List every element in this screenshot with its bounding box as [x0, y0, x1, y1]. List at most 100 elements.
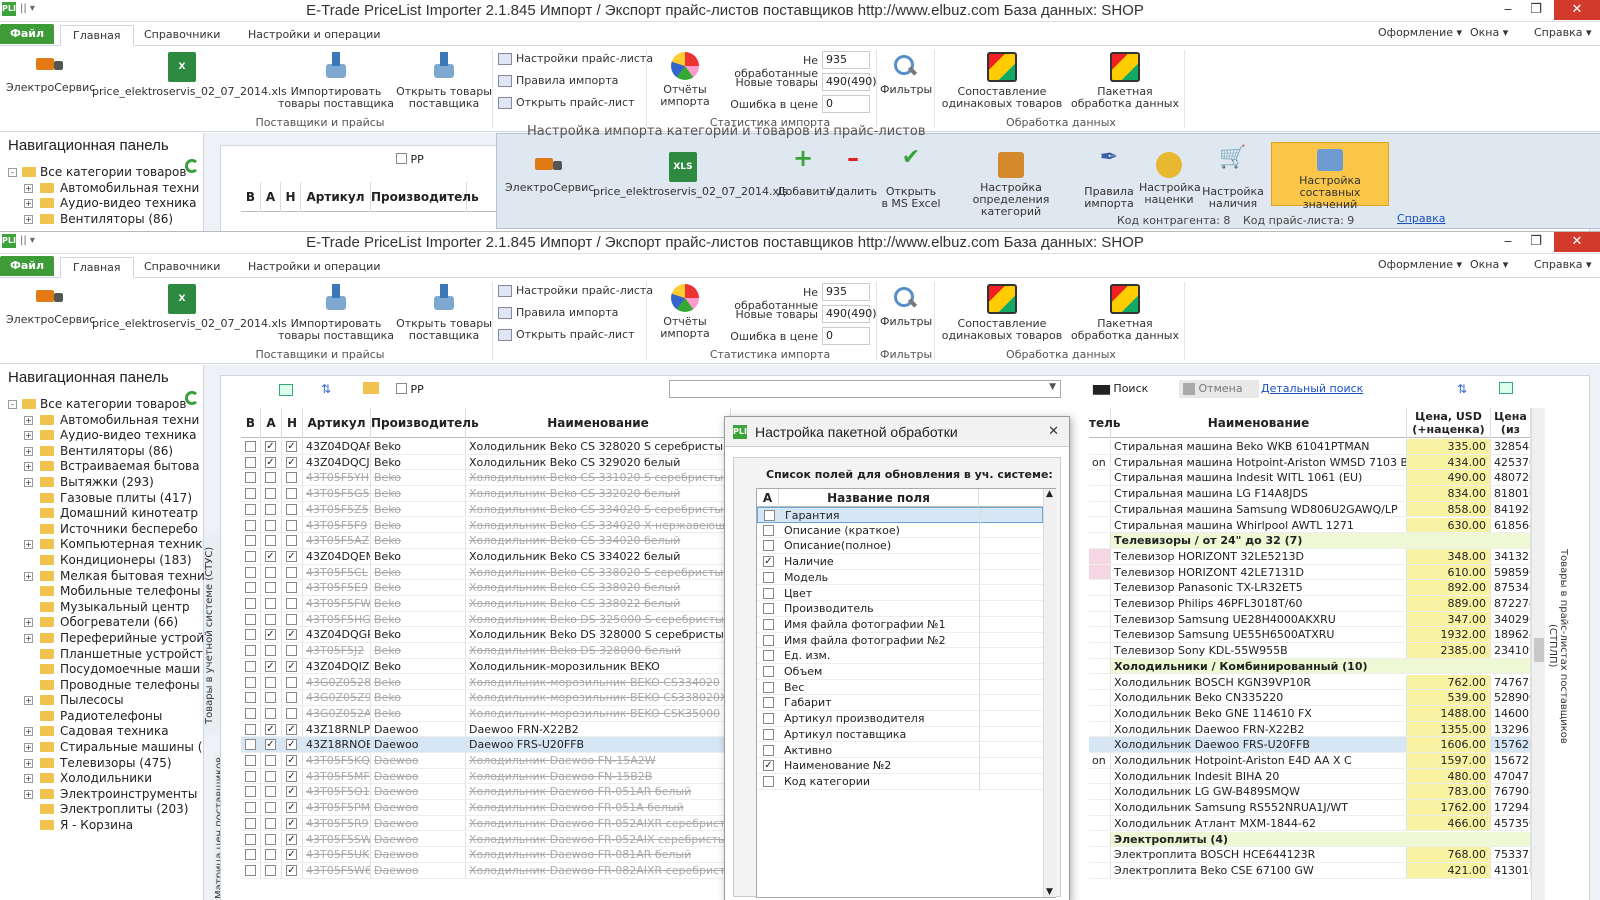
checkbox[interactable]: [245, 786, 256, 798]
col-name[interactable]: Наименование: [1111, 408, 1407, 438]
checkbox[interactable]: [265, 833, 276, 845]
checkbox[interactable]: ✓: [286, 441, 297, 452]
col-v[interactable]: В: [241, 408, 261, 438]
open-goods-button[interactable]: Открыть товары поставщика: [396, 52, 492, 110]
field-checkbox[interactable]: ✓: [763, 556, 774, 568]
right-grid-scrollbar[interactable]: [1531, 408, 1545, 900]
checkbox[interactable]: [265, 472, 276, 484]
tree-node[interactable]: Домашний кинотеатр: [8, 506, 204, 522]
expand-icon[interactable]: +: [24, 540, 33, 550]
table-row[interactable]: Телевизор HORIZONT 42LE7131D610.00598596: [1089, 564, 1531, 581]
table-row[interactable]: Телевизор Philips 46PFL3018T/60 889.00 872…: [1089, 596, 1531, 612]
match-button[interactable]: Сопоставление одинаковых товаров: [940, 52, 1064, 110]
checkbox[interactable]: [245, 707, 256, 719]
tree-node[interactable]: + Обогреватели (66): [8, 615, 204, 631]
fields-scrollbar[interactable]: ▲ ▼: [1043, 489, 1056, 897]
rr-checkbox[interactable]: РР: [396, 152, 424, 166]
group-row[interactable]: Телевизоры / от 24" до 32 (7): [1089, 533, 1531, 549]
rules-button[interactable]: ✒ Правила импорта: [1081, 147, 1137, 210]
close-icon[interactable]: ✕: [1048, 424, 1059, 439]
field-row[interactable]: Имя файла фотографии №1: [757, 616, 1043, 633]
checkbox[interactable]: ✓: [286, 833, 297, 845]
field-row[interactable]: Цвет: [757, 585, 1043, 602]
field-row[interactable]: Описание(полное): [757, 538, 1043, 555]
maximize-icon[interactable]: ❐: [1522, 0, 1550, 20]
expand-icon[interactable]: +: [24, 774, 33, 784]
checkbox[interactable]: [245, 802, 256, 814]
expand-icon[interactable]: +: [24, 199, 33, 209]
tree-node[interactable]: + Переферийные устрой: [8, 631, 204, 647]
table-row[interactable]: ✓ 43T05F5MF Daewoo Холодильник Daewoo FN-15…: [241, 768, 731, 785]
checkbox[interactable]: [265, 755, 276, 766]
field-row[interactable]: Гарантия: [757, 507, 1043, 524]
col-manufacturer[interactable]: тель: [1089, 408, 1120, 438]
table-row[interactable]: ✓ 43T05F5KQ Daewoo Холодильник Daewoo FN-15…: [241, 753, 731, 769]
checkbox[interactable]: [245, 503, 256, 515]
checkbox[interactable]: [245, 676, 256, 688]
filters-button[interactable]: Фильтры: [880, 284, 932, 328]
checkbox[interactable]: [286, 566, 297, 578]
tab-settings[interactable]: Настройки и операции: [236, 257, 392, 278]
field-checkbox[interactable]: [763, 524, 774, 536]
expand-icon[interactable]: +: [24, 446, 33, 456]
checkbox[interactable]: [245, 488, 256, 500]
expand-icon[interactable]: +: [24, 183, 33, 193]
expand-icon[interactable]: +: [24, 618, 33, 628]
batch-button[interactable]: Пакетная обработка данных: [1070, 52, 1180, 110]
tree-node[interactable]: + Вентиляторы (86): [8, 444, 204, 460]
field-checkbox[interactable]: [763, 618, 774, 630]
tab-refs[interactable]: Справочники: [132, 25, 232, 46]
tab-file[interactable]: Файл: [0, 256, 54, 276]
col-article[interactable]: Артикул: [303, 408, 371, 438]
file-button[interactable]: Xprice_elektroservis_02_07_2014.xls: [92, 284, 287, 330]
checkbox[interactable]: [286, 707, 297, 719]
col-price-orig[interactable]: Цена (из: [1491, 408, 1531, 438]
design-menu[interactable]: Оформление ▾: [1378, 258, 1462, 271]
table-row[interactable]: ✓ 43T05F5UK Daewoo Холодильник Daewoo FR-08…: [241, 847, 731, 863]
table-row[interactable]: Стиральная машина LG F14A8JDS 834.00 81801…: [1089, 486, 1531, 502]
checkbox[interactable]: [245, 755, 256, 766]
checkbox[interactable]: [286, 472, 297, 484]
tree-node[interactable]: + Аудио-видео техника: [8, 428, 204, 444]
checkbox[interactable]: [245, 519, 256, 531]
checkbox[interactable]: ✓: [286, 817, 297, 829]
table-row[interactable]: Холодильник LG GW-B489SMQW783.00767904: [1089, 784, 1531, 801]
reports-button[interactable]: Отчёты импорта: [650, 284, 720, 340]
tree-node[interactable]: + Автомобильная техни: [8, 413, 204, 429]
delete-button[interactable]: – Удалить: [829, 146, 877, 198]
checkbox[interactable]: [245, 817, 256, 829]
tree-node[interactable]: + Мелкая бытовая техни: [8, 569, 204, 585]
vtab-price-goods[interactable]: Товары в прайс-листах поставщиков (СТПЛП…: [1547, 526, 1569, 766]
markup-button[interactable]: Настройка наценки: [1139, 152, 1201, 206]
checkbox[interactable]: [245, 441, 256, 452]
field-checkbox[interactable]: [763, 571, 774, 583]
field-checkbox[interactable]: [763, 744, 774, 756]
table-row[interactable]: ✓ ✓ 43Z04DQIZ Beko Холодильник-морозильник B…: [241, 658, 731, 675]
file-button[interactable]: Xprice_elektroservis_02_07_2014.xls: [92, 52, 287, 98]
tree-node[interactable]: + Стиральные машины (: [8, 740, 204, 756]
add-button[interactable]: + Добавить: [777, 146, 832, 198]
tree-node[interactable]: + Аудио-видео техника: [8, 196, 204, 212]
tab-file[interactable]: Файл: [0, 24, 54, 44]
col-brand[interactable]: Производитель: [371, 408, 479, 438]
tree-node[interactable]: Кондиционеры (183): [8, 553, 204, 569]
table-row[interactable]: Холодильник Атлант MXM-1844-62 466.00 4573…: [1089, 815, 1531, 832]
sort-icon[interactable]: ⇅: [321, 382, 335, 396]
checkbox[interactable]: [245, 550, 256, 562]
tree-node[interactable]: + Пылесосы: [8, 693, 204, 709]
col-v[interactable]: В: [241, 182, 261, 212]
checkbox[interactable]: [286, 613, 297, 625]
field-row[interactable]: Имя файла фотографии №2: [757, 632, 1043, 649]
tree-node[interactable]: + Холодильники: [8, 771, 204, 787]
import-rules-button[interactable]: Правила импорта: [498, 74, 618, 87]
field-checkbox[interactable]: [763, 634, 774, 646]
table-row[interactable]: Электроплита Beko CSE 67100 GW 421.00 4130…: [1089, 862, 1531, 879]
tree-node[interactable]: Посудомоечные маши: [8, 662, 204, 678]
expand-icon[interactable]: +: [24, 727, 33, 737]
field-row[interactable]: Вес: [757, 679, 1043, 696]
table-row[interactable]: Холодильник Beko CN335220539.00528900: [1089, 690, 1531, 706]
checkbox[interactable]: ✓: [265, 629, 276, 641]
table-row[interactable]: 43T05F5AZ Beko Холодильник Beko CS 334020 …: [241, 533, 731, 549]
expand-icon[interactable]: +: [24, 415, 33, 425]
checkbox[interactable]: ✓: [286, 660, 297, 672]
